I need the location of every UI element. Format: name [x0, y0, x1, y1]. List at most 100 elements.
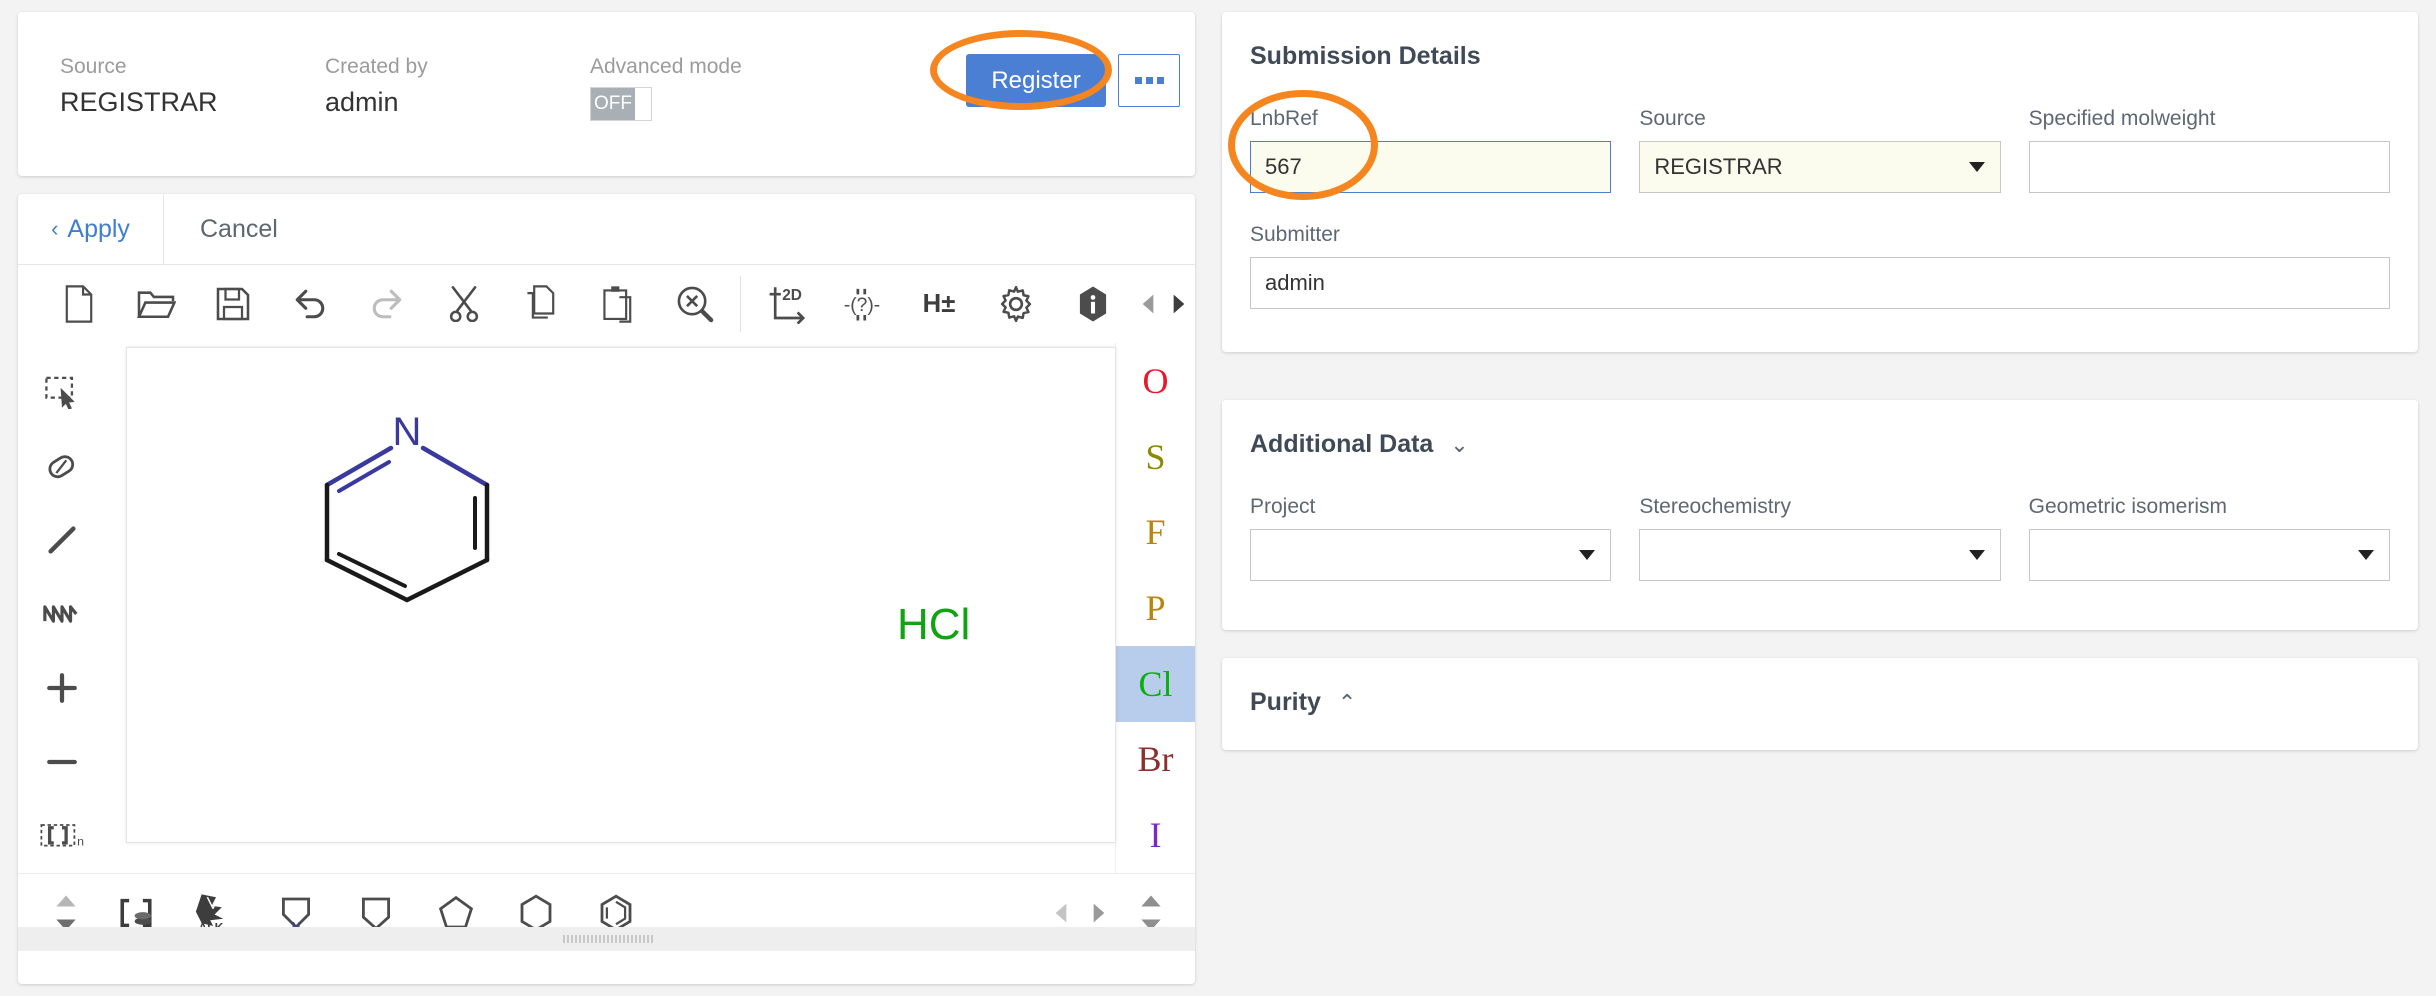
geometric-isomerism-select[interactable] — [2028, 529, 2390, 581]
editor-toolbar: 2D -(?)- H± — [18, 265, 1195, 343]
lnbref-field: LnbRef — [1250, 107, 1612, 193]
settings-gear-icon[interactable] — [978, 265, 1055, 343]
new-file-icon[interactable] — [40, 265, 117, 343]
atom-button-p[interactable]: P — [1116, 570, 1195, 646]
hydrogen-toggle-icon[interactable]: H± — [901, 265, 978, 343]
single-bond-icon[interactable] — [29, 503, 95, 577]
decrease-charge-icon[interactable] — [29, 725, 95, 799]
copy-icon[interactable] — [502, 265, 579, 343]
molweight-label: Specified molweight — [2028, 107, 2216, 130]
horizontal-scrollbar[interactable] — [18, 927, 1195, 951]
ellipsis-icon — [1134, 77, 1164, 84]
more-options-button[interactable] — [1118, 54, 1180, 107]
submitter-input[interactable] — [1250, 257, 2390, 309]
template-nav-controls — [1045, 894, 1181, 932]
chain-icon[interactable] — [29, 577, 95, 651]
stereochemistry-label: Stereochemistry — [1639, 495, 1792, 518]
project-select-wrap — [1250, 529, 1612, 581]
stereochemistry-field: Stereochemistry — [1639, 495, 2001, 581]
atom-palette: O S F P Cl Br I — [1115, 343, 1195, 873]
caret-up-icon — [56, 895, 76, 906]
apply-button-label: Apply — [67, 214, 130, 243]
toolbar-scroll-left-icon[interactable] — [1132, 293, 1164, 315]
query-properties-icon[interactable]: -(?)- — [824, 265, 901, 343]
source-select[interactable] — [1639, 141, 2001, 193]
advanced-mode-toggle[interactable]: OFF — [590, 87, 652, 121]
purity-title[interactable]: Purity ⌃ — [1222, 658, 2418, 717]
atom-label: Br — [1137, 739, 1174, 780]
header-meta-row: Source REGISTRAR Created by admin Advanc… — [60, 54, 790, 126]
atom-label: P — [1145, 588, 1166, 629]
paste-icon[interactable] — [579, 265, 656, 343]
meta-created-by: Created by admin — [325, 54, 590, 126]
svg-text:2D: 2D — [782, 287, 802, 304]
editor-body: n N HCl O S F P Cl Br I — [18, 343, 1195, 873]
submission-field-row: LnbRef Source Specified molweight — [1222, 71, 2418, 193]
cancel-button[interactable]: Cancel — [164, 194, 314, 264]
redo-icon[interactable] — [348, 265, 425, 343]
save-icon[interactable] — [194, 265, 271, 343]
meta-source-value: REGISTRAR — [60, 87, 218, 117]
geometric-isomerism-field: Geometric isomerism — [2028, 495, 2390, 581]
template-prev-icon[interactable] — [1045, 902, 1077, 924]
atom-button-s[interactable]: S — [1116, 419, 1195, 495]
info-icon[interactable] — [1055, 265, 1132, 343]
meta-created-by-value: admin — [325, 87, 399, 117]
salt-label-hcl: HCl — [897, 600, 971, 649]
lnbref-label: LnbRef — [1250, 107, 1318, 130]
eraser-icon[interactable] — [29, 429, 95, 503]
open-folder-icon[interactable] — [117, 265, 194, 343]
chevron-down-icon: ⌄ — [1450, 432, 1469, 457]
atom-button-br[interactable]: Br — [1116, 722, 1195, 798]
svg-text:-(?)-: -(?)- — [844, 295, 880, 316]
cut-icon[interactable] — [425, 265, 502, 343]
template-page-vertical[interactable] — [1121, 894, 1181, 932]
meta-source: Source REGISTRAR — [60, 54, 325, 126]
clean-zoom-icon[interactable] — [657, 265, 734, 343]
additional-data-title-text: Additional Data — [1250, 430, 1434, 458]
chevron-left-icon: ‹ — [51, 216, 59, 241]
header-card: Source REGISTRAR Created by admin Advanc… — [18, 12, 1195, 176]
atom-button-f[interactable]: F — [1116, 494, 1195, 570]
clean-2d-icon[interactable]: 2D — [747, 265, 824, 343]
meta-advanced-mode-label: Advanced mode — [590, 55, 742, 78]
additional-field-row: Project Stereochemistry Geometric isomer… — [1222, 459, 2418, 581]
geometric-isomerism-select-wrap — [2028, 529, 2390, 581]
increase-charge-icon[interactable] — [29, 651, 95, 725]
toolbar-separator — [739, 276, 741, 332]
atom-label: Cl — [1138, 663, 1173, 704]
project-select[interactable] — [1250, 529, 1612, 581]
toolbar-scroll-right-icon[interactable] — [1163, 293, 1195, 315]
molweight-field: Specified molweight — [2028, 107, 2390, 193]
repeating-unit-icon[interactable]: n — [29, 799, 95, 873]
stereochemistry-select-wrap — [1639, 529, 2001, 581]
undo-icon[interactable] — [271, 265, 348, 343]
template-scroll-vertical[interactable] — [36, 894, 96, 932]
molweight-input[interactable] — [2028, 141, 2390, 193]
atom-button-i[interactable]: I — [1116, 797, 1195, 873]
stereochemistry-select[interactable] — [1639, 529, 2001, 581]
source-select-wrap — [1639, 141, 2001, 193]
register-button[interactable]: Register — [966, 54, 1106, 107]
scrollbar-grip[interactable] — [563, 935, 653, 943]
atom-label: O — [1142, 360, 1169, 401]
apply-button[interactable]: ‹ Apply — [18, 194, 164, 264]
svg-text:H±: H± — [923, 290, 956, 318]
structure-canvas[interactable]: N HCl — [126, 347, 1116, 843]
advanced-mode-toggle-state: OFF — [591, 88, 635, 120]
rectangle-select-icon[interactable] — [29, 355, 95, 429]
structure-editor-card: ‹ Apply Cancel 2D -(?)- H± n N HCl O S F… — [18, 194, 1195, 984]
app-root: Source REGISTRAR Created by admin Advanc… — [0, 0, 2436, 996]
submitter-row: Submitter — [1222, 193, 2418, 309]
atom-button-o[interactable]: O — [1116, 343, 1195, 419]
template-next-icon[interactable] — [1083, 902, 1115, 924]
atom-label: I — [1149, 815, 1162, 856]
meta-advanced-mode: Advanced mode OFF — [590, 54, 790, 126]
atom-button-cl[interactable]: Cl — [1116, 645, 1195, 722]
additional-data-title[interactable]: Additional Data ⌄ — [1222, 400, 2418, 459]
project-field: Project — [1250, 495, 1612, 581]
template-toolbar: ALK... N — [18, 873, 1195, 951]
lnbref-input[interactable] — [1250, 141, 1612, 193]
submitter-field: Submitter — [1250, 223, 2390, 309]
geometric-isomerism-label: Geometric isomerism — [2028, 495, 2228, 518]
